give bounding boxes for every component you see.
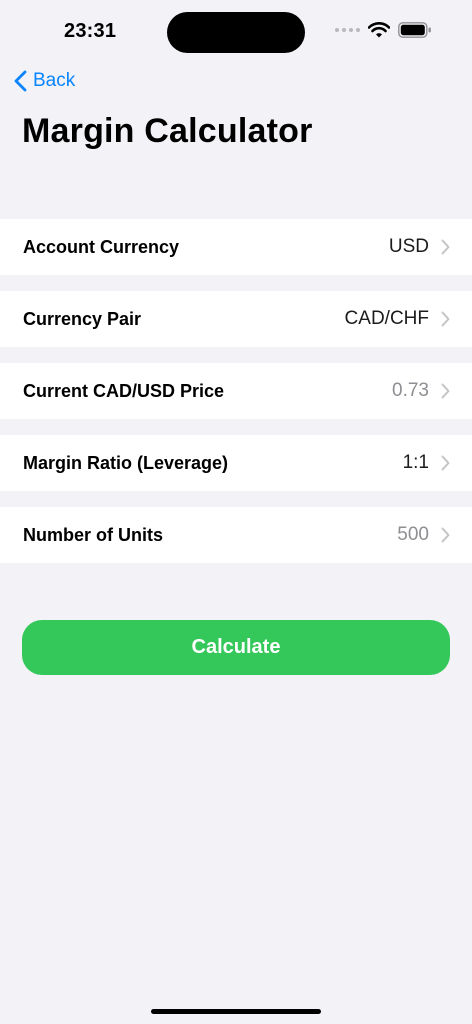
home-indicator[interactable] xyxy=(151,1009,321,1014)
status-icons xyxy=(335,22,432,38)
row-label: Account Currency xyxy=(23,236,180,257)
wifi-icon xyxy=(368,22,390,38)
status-bar: 23:31 xyxy=(0,0,472,60)
row-label: Currency Pair xyxy=(23,308,142,329)
back-label: Back xyxy=(33,70,76,91)
calculate-button[interactable]: Calculate xyxy=(22,620,450,675)
chevron-right-icon xyxy=(441,239,450,255)
page-title: Margin Calculator xyxy=(22,112,313,150)
cellular-signal-icon xyxy=(335,28,360,32)
row-account-currency[interactable]: Account Currency USD xyxy=(0,219,472,275)
row-value: 500 xyxy=(397,524,429,545)
row-currency-pair[interactable]: Currency Pair CAD/CHF xyxy=(0,291,472,347)
row-value: CAD/CHF xyxy=(344,308,429,329)
chevron-right-icon xyxy=(441,383,450,399)
row-label: Number of Units xyxy=(23,524,164,545)
chevron-right-icon xyxy=(441,527,450,543)
row-margin-ratio[interactable]: Margin Ratio (Leverage) 1:1 xyxy=(0,435,472,491)
battery-icon xyxy=(398,22,431,38)
row-current-price[interactable]: Current CAD/USD Price 0.73 xyxy=(0,363,472,419)
row-value: 1:1 xyxy=(402,452,429,473)
row-label: Margin Ratio (Leverage) xyxy=(23,452,229,473)
back-button[interactable]: Back xyxy=(14,70,75,92)
row-value: USD xyxy=(388,236,429,257)
row-label: Current CAD/USD Price xyxy=(23,380,225,401)
row-number-of-units[interactable]: Number of Units 500 xyxy=(0,507,472,563)
chevron-right-icon xyxy=(441,455,450,471)
chevron-left-icon xyxy=(14,70,27,92)
status-time: 23:31 xyxy=(64,20,117,42)
dynamic-island xyxy=(167,12,305,53)
row-value: 0.73 xyxy=(392,380,429,401)
settings-list: Account Currency USD Currency Pair CAD/C… xyxy=(0,219,472,579)
chevron-right-icon xyxy=(441,311,450,327)
